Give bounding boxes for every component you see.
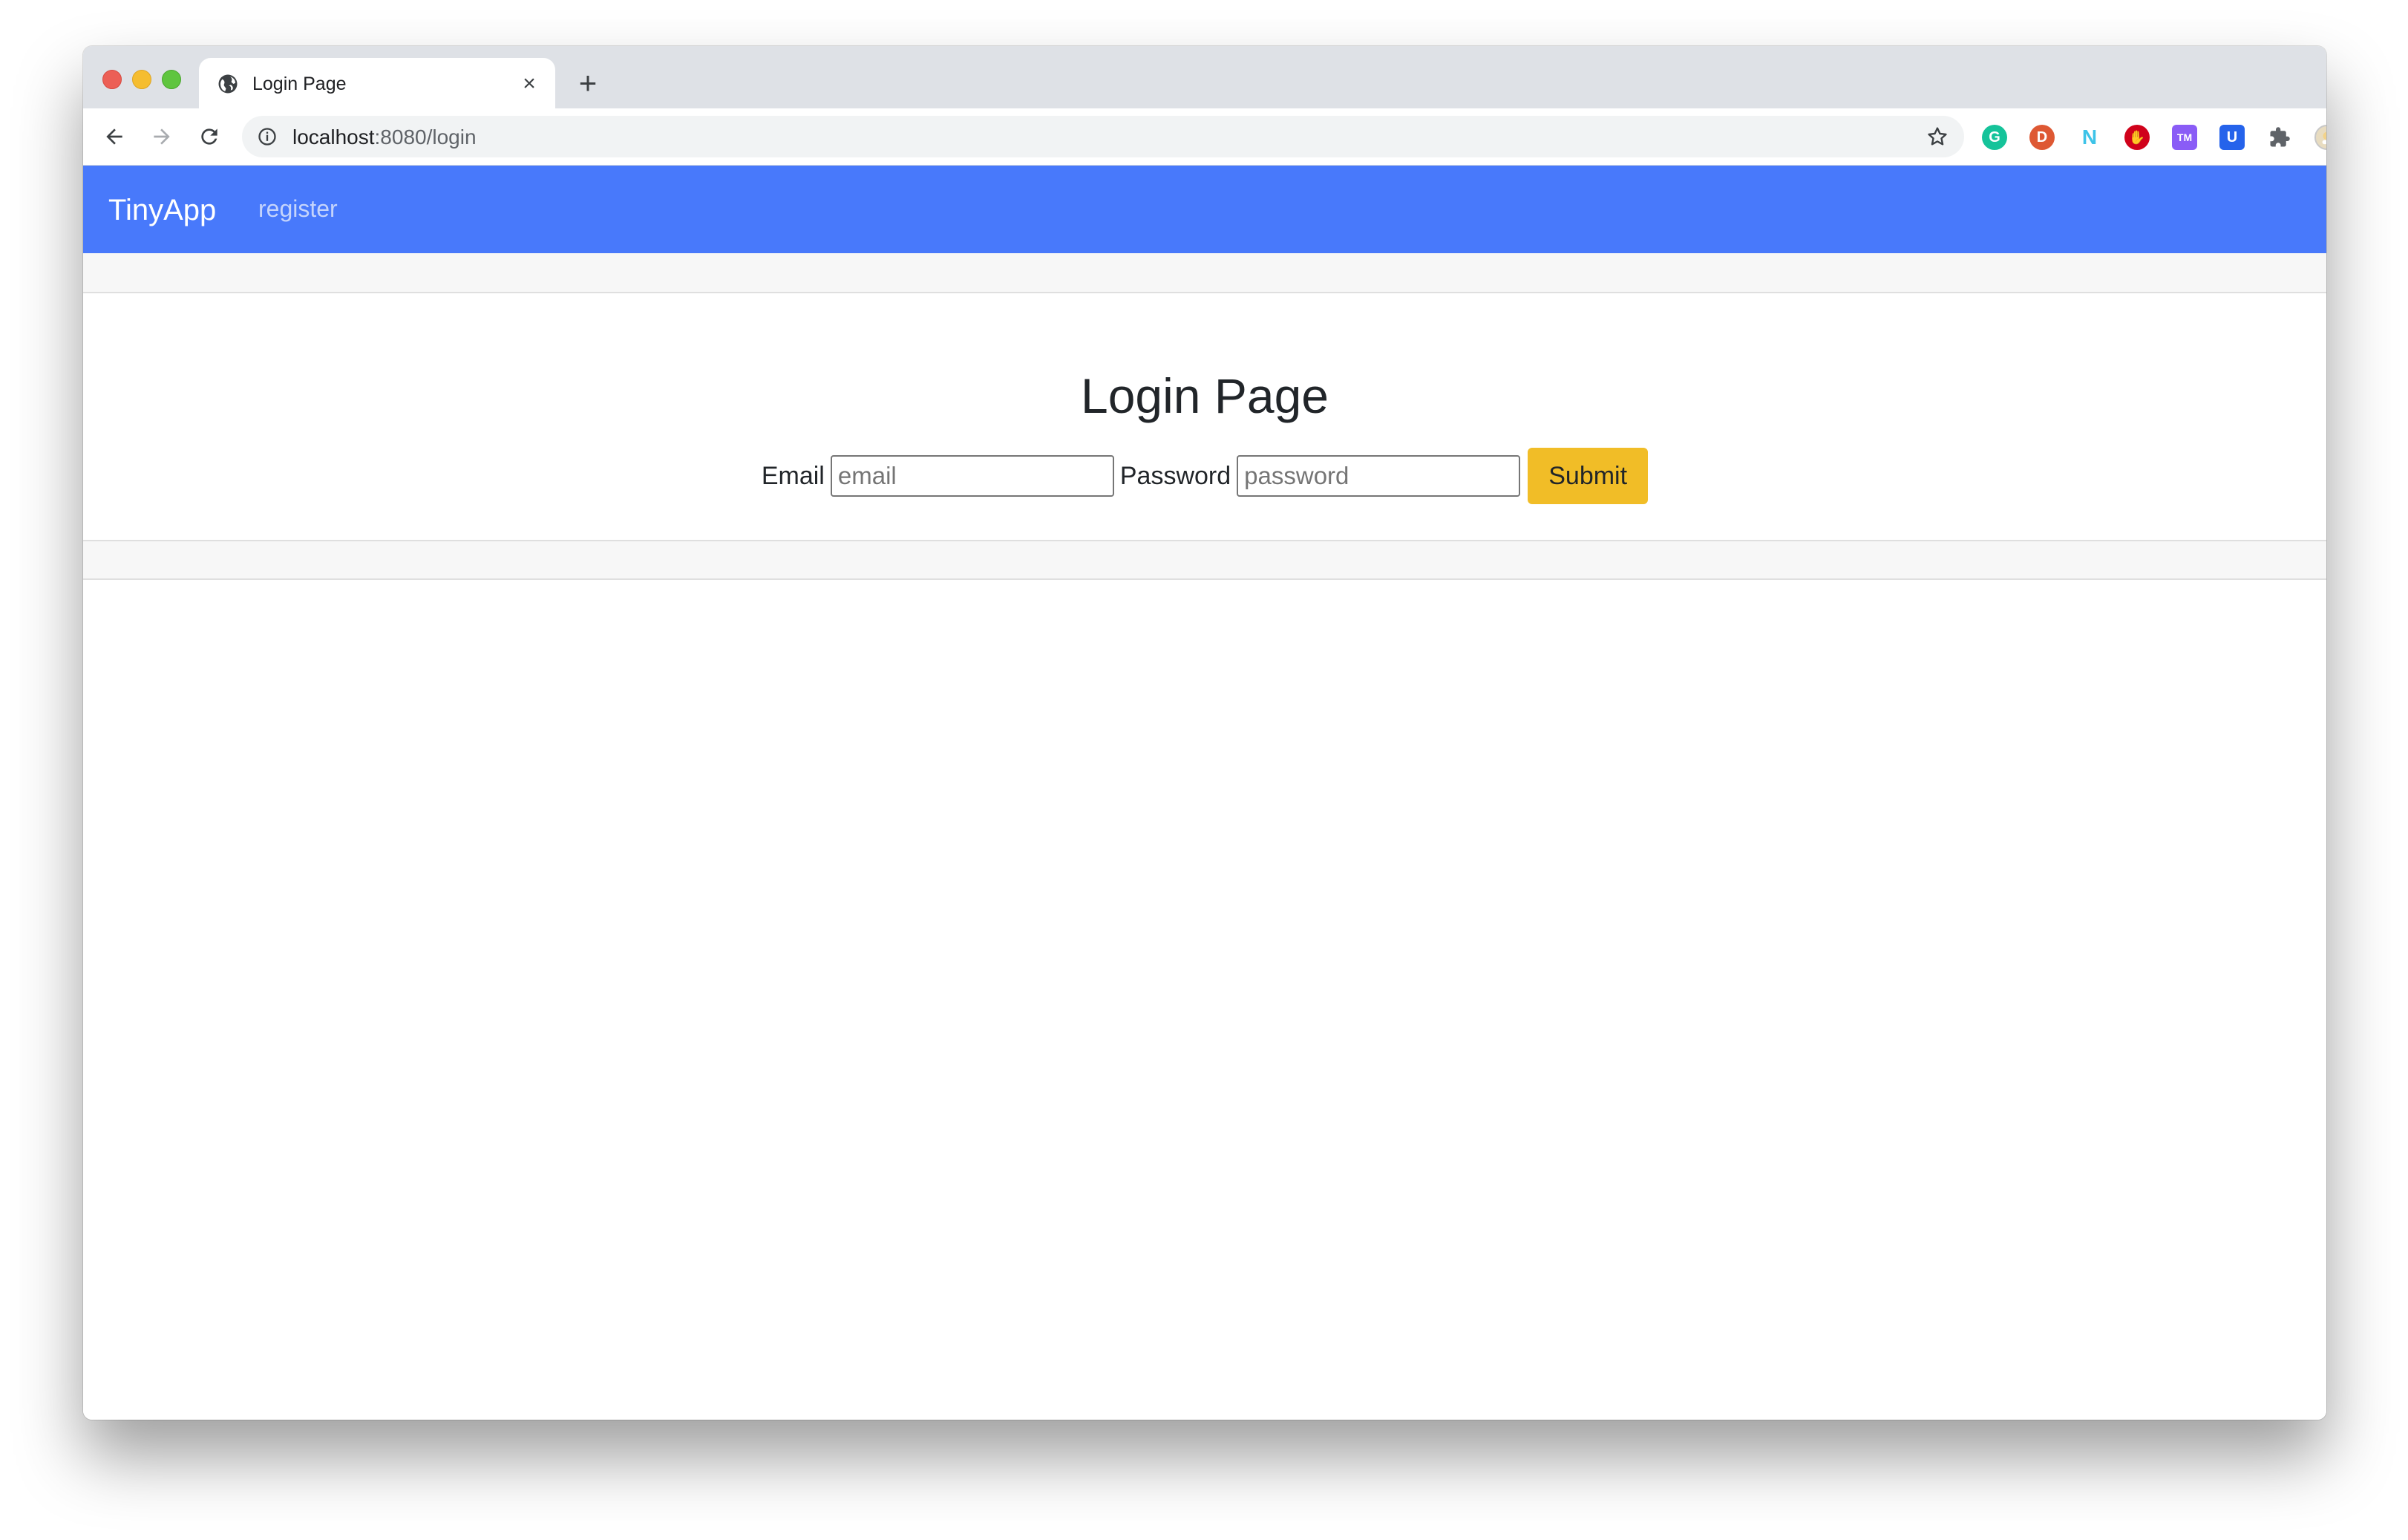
active-tab[interactable]: Login Page × [199,58,555,110]
avatar-face-icon [2322,131,2326,145]
register-link[interactable]: register [258,194,338,224]
purple-puzzle-icon[interactable]: TM [2172,125,2197,150]
tab-strip: Login Page × + [83,46,2326,110]
footer-band [83,540,2326,580]
bookmark-star-icon[interactable] [1926,125,1949,149]
header-band [83,253,2326,293]
tab-close-icon[interactable]: × [517,71,542,97]
browser-window: Login Page × + localhost:8080/login G D … [83,46,2326,1420]
globe-icon [218,74,238,94]
extensions-puzzle-icon[interactable] [2267,125,2292,150]
email-label: Email [761,462,825,490]
puzzle-icon [2270,127,2290,147]
email-field[interactable] [830,455,1114,497]
maximize-window-button[interactable] [162,70,181,89]
adblock-icon[interactable]: ✋ [2124,125,2150,150]
grammarly-icon[interactable]: G [1982,125,2007,150]
page-content: TinyApp register Login Page Email Passwo… [83,166,2326,1420]
reload-icon [201,128,217,145]
submit-button[interactable]: Submit [1528,448,1649,504]
reload-button[interactable] [194,122,224,151]
minimize-window-button[interactable] [132,70,151,89]
login-form: Email Password Submit [83,448,2326,504]
n-extension-icon[interactable]: N [2077,125,2102,150]
address-bar[interactable]: localhost:8080/login [242,116,1964,157]
close-window-button[interactable] [102,70,122,89]
shield-extension-icon[interactable]: U [2219,125,2245,150]
url-text: localhost:8080/login [292,126,477,149]
url-path: :8080/login [374,125,477,149]
forward-arrow-icon [154,128,170,145]
password-label: Password [1119,462,1231,490]
page-title: Login Page [1081,368,1329,423]
info-icon[interactable] [257,126,278,147]
url-host: localhost [292,125,375,149]
duckduckgo-icon[interactable]: D [2029,125,2055,150]
brand-link[interactable]: TinyApp [108,193,216,227]
forward-button[interactable] [147,122,177,151]
app-navbar: TinyApp register [83,166,2326,253]
browser-toolbar: localhost:8080/login G D N ✋ TM U [83,108,2326,166]
login-title-container: Login Page [83,366,2326,425]
back-arrow-icon [106,128,122,145]
profile-avatar-icon[interactable] [2314,125,2326,150]
tab-title: Login Page [252,74,347,94]
new-tab-button[interactable]: + [573,68,603,99]
password-field[interactable] [1237,455,1521,497]
back-button[interactable] [99,122,129,151]
